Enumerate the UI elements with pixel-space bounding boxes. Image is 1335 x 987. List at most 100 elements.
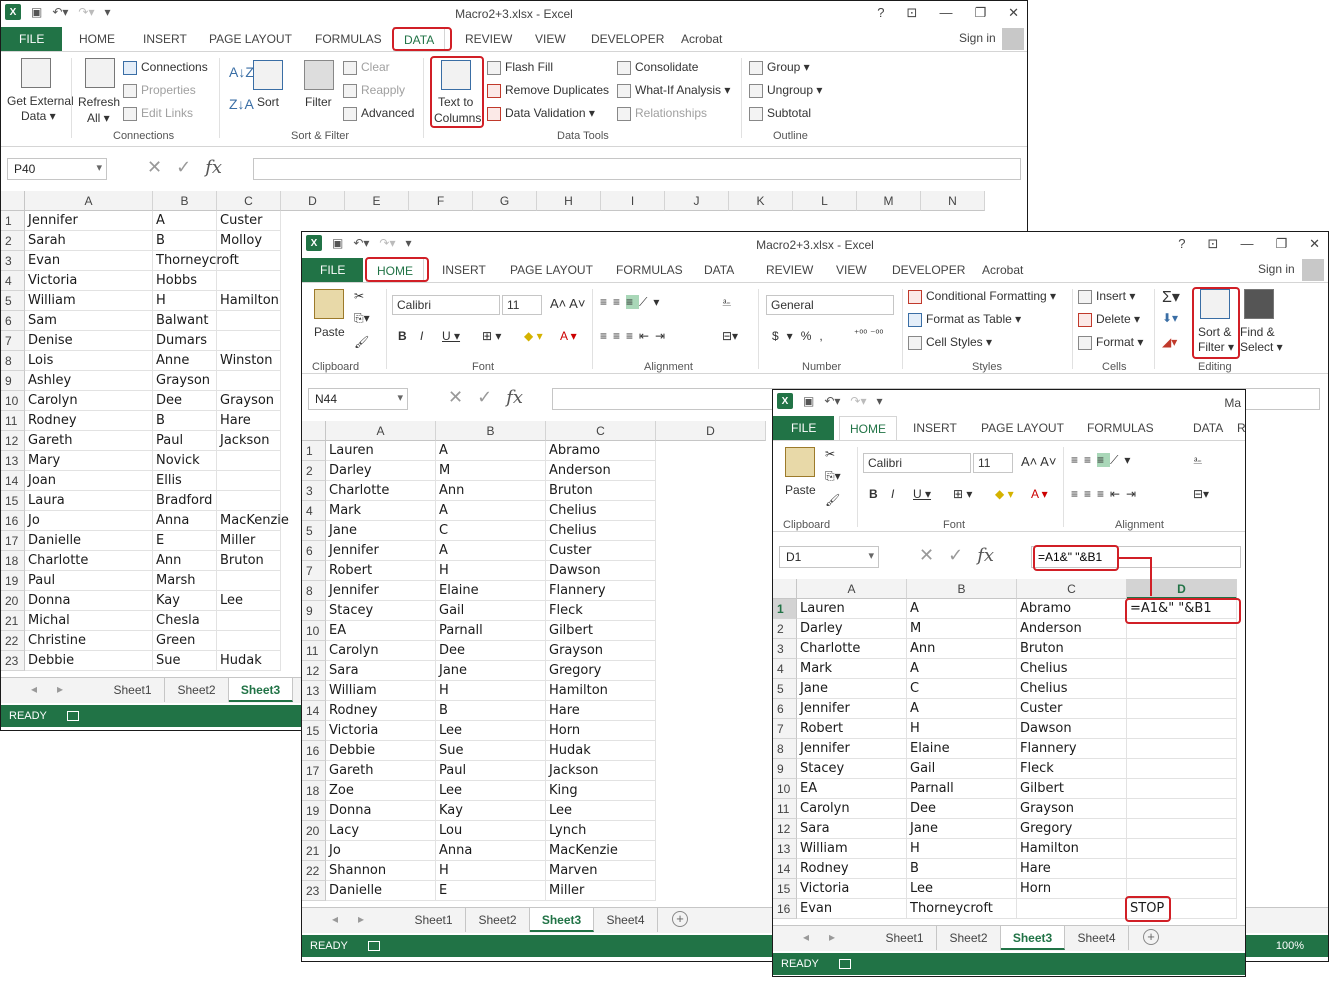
table-cell[interactable]: Danielle [25,531,153,551]
column-header[interactable]: B [436,421,546,441]
paste-button[interactable]: Paste [314,325,345,339]
row-header[interactable]: 13 [773,839,797,859]
macro-record-icon[interactable] [66,711,79,722]
table-cell[interactable]: Parnall [907,779,1017,799]
table-cell[interactable]: Sara [326,661,436,681]
italic-icon[interactable]: I [420,329,423,343]
column-header[interactable]: K [729,191,793,211]
column-header[interactable]: B [907,579,1017,599]
table-cell[interactable]: Chelius [1017,659,1127,679]
row-header[interactable]: 5 [773,679,797,699]
table-cell[interactable]: A [153,211,217,231]
table-cell[interactable]: Joan [25,471,153,491]
table-cell[interactable] [1127,619,1237,639]
table-cell[interactable]: A [436,441,546,461]
table-cell[interactable]: EA [326,621,436,641]
delete-cells-button[interactable]: Delete ▾ [1078,312,1140,327]
row-header[interactable]: 12 [1,431,25,451]
column-header[interactable]: G [473,191,537,211]
table-cell[interactable]: Mark [326,501,436,521]
table-cell[interactable]: Hamilton [546,681,656,701]
row-header[interactable]: 20 [1,591,25,611]
row-header[interactable]: 2 [773,619,797,639]
table-cell[interactable]: Carolyn [797,799,907,819]
cancel-icon[interactable]: ✕ [147,157,162,178]
decimal-icons[interactable]: ⁺⁰⁰ ⁻⁰⁰ [854,329,883,340]
fill-color-icon[interactable]: ◆ ▾ [524,329,543,343]
row-header[interactable]: 4 [1,271,25,291]
table-cell[interactable]: Bradford [153,491,217,511]
clear-icon[interactable]: ◢▾ [1162,335,1177,349]
scroll-right-icon[interactable]: ▸ [358,912,364,926]
restore-icon[interactable]: ❐ [1275,236,1287,252]
table-cell[interactable]: Debbie [326,741,436,761]
tab-insert[interactable]: INSERT [432,258,496,282]
table-cell[interactable]: Ann [907,639,1017,659]
group-button[interactable]: Group ▾ [749,60,810,75]
column-header[interactable]: C [1017,579,1127,599]
row-header[interactable]: 12 [773,819,797,839]
table-cell[interactable]: Carolyn [326,641,436,661]
table-cell[interactable]: Anderson [546,461,656,481]
table-cell[interactable]: Anne [153,351,217,371]
table-cell[interactable] [217,311,281,331]
zoom-level[interactable]: 100% [1276,935,1304,957]
table-cell[interactable]: Hudak [546,741,656,761]
macro-record-icon[interactable] [838,959,851,970]
table-cell[interactable]: Hamilton [217,291,281,311]
table-cell[interactable]: Shannon [326,861,436,881]
tab-formulas[interactable]: FORMULAS [606,258,693,282]
table-cell[interactable]: Gregory [1017,819,1127,839]
row-header[interactable]: 22 [302,861,326,881]
row-header[interactable]: 8 [302,581,326,601]
font-size-select[interactable]: 11 [502,295,542,315]
table-cell[interactable]: Gail [436,601,546,621]
table-cell[interactable]: Lacy [326,821,436,841]
text-to-columns-button[interactable]: Text to [438,95,473,109]
scroll-right-icon[interactable]: ▸ [57,682,63,696]
column-header[interactable]: N [921,191,985,211]
table-cell[interactable]: Chelius [546,501,656,521]
table-cell[interactable] [217,331,281,351]
row-header[interactable]: 14 [302,701,326,721]
table-cell[interactable]: Custer [546,541,656,561]
borders-icon[interactable]: ⊞ ▾ [482,329,501,343]
table-cell[interactable]: Gilbert [546,621,656,641]
table-cell[interactable] [1127,699,1237,719]
table-cell[interactable]: Jane [436,661,546,681]
table-cell[interactable]: Grayson [546,641,656,661]
font-name-select[interactable]: Calibri [863,453,971,473]
column-header[interactable]: A [326,421,436,441]
close-icon[interactable]: ✕ [1008,5,1019,21]
scroll-left-icon[interactable]: ◂ [31,682,37,696]
fill-icon[interactable]: ⬇▾ [1162,311,1178,325]
table-cell[interactable]: Lois [25,351,153,371]
row-header[interactable]: 8 [1,351,25,371]
table-cell[interactable]: Rodney [797,859,907,879]
table-cell[interactable]: Hudak [217,651,281,671]
table-cell[interactable]: Robert [797,719,907,739]
tab-insert[interactable]: INSERT [903,416,967,440]
tab-developer[interactable]: DEVELOPER [882,258,975,282]
row-header[interactable]: 9 [1,371,25,391]
row-header[interactable]: 15 [1,491,25,511]
table-cell[interactable] [1127,799,1237,819]
table-cell[interactable]: Lee [907,879,1017,899]
filter-button[interactable]: Filter [305,95,332,109]
customize-qat-icon[interactable]: ▾ [877,394,883,408]
grow-font-icon[interactable]: A˄ A˅ [1021,454,1056,469]
select-all-corner[interactable] [1,191,25,211]
avatar[interactable] [1002,28,1024,50]
table-cell[interactable]: Kay [436,801,546,821]
table-cell[interactable]: Kay [153,591,217,611]
insert-function-icon[interactable]: fx [506,387,523,408]
table-cell[interactable] [1127,819,1237,839]
consolidate-button[interactable]: Consolidate [617,60,698,75]
table-cell[interactable] [217,631,281,651]
table-cell[interactable]: Anna [153,511,217,531]
row-header[interactable]: 13 [302,681,326,701]
table-cell[interactable]: B [436,701,546,721]
cut-icon[interactable]: ✂ [825,447,835,461]
row-header[interactable]: 15 [773,879,797,899]
edit-links-button[interactable]: Edit Links [123,106,193,121]
